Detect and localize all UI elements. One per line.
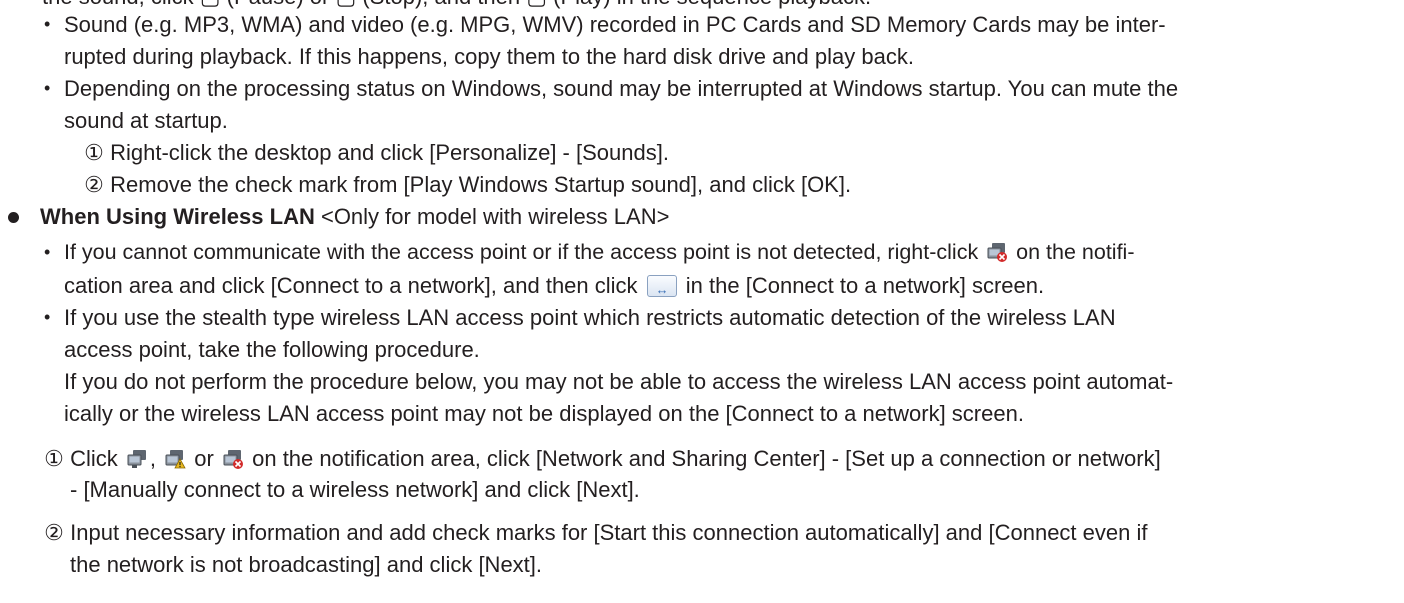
wlan-step2-line1: ② Input necessary information and add ch…	[44, 519, 1147, 547]
wlan-item1-line1: If you cannot communicate with the acces…	[64, 238, 1135, 266]
wlan-step1-line1: ① Click , or on the notification area, c…	[44, 445, 1161, 473]
cut-off-line: the sound, click ▢ (Pause) or ▢ (Stop), …	[42, 0, 871, 11]
wlan-item1-line2: cation area and click [Connect to a netw…	[64, 272, 1044, 300]
wlan-heading-line: When Using Wireless LAN <Only for model …	[40, 203, 669, 231]
text-segment: Click	[70, 446, 118, 471]
model-note: <Only for model with wireless LAN>	[320, 204, 670, 229]
sound-note-2-line2: sound at startup.	[64, 108, 228, 133]
wlan-item2-line4: ically or the wireless LAN access point …	[64, 401, 1024, 426]
wlan-step2-line2: the network is not broadcasting] and cli…	[70, 552, 543, 577]
mute-step-2: ② Remove the check mark from [Play Windo…	[84, 171, 851, 199]
wlan-item2-line1: If you use the stealth type wireless LAN…	[64, 305, 1116, 330]
text-segment: If you cannot communicate with the acces…	[64, 240, 979, 264]
step-text: Remove the check mark from [Play Windows…	[110, 172, 852, 197]
text-segment: on the notification area, click [Network…	[252, 446, 1161, 471]
sound-note-2-line1: Depending on the processing status on Wi…	[64, 76, 1179, 101]
bullet-marker: •	[44, 78, 51, 98]
sound-note-1-line1: Sound (e.g. MP3, WMA) and video (e.g. MP…	[64, 12, 1166, 37]
network-disconnected-icon	[222, 448, 244, 470]
bullet-marker: •	[44, 242, 51, 262]
bullet-marker: •	[44, 14, 51, 34]
step-number: ②	[84, 172, 104, 197]
mute-step-1: ① Right-click the desktop and click [Per…	[84, 139, 669, 167]
section-heading: When Using Wireless LAN	[40, 204, 315, 229]
text-segment: in the [Connect to a network] screen.	[685, 273, 1045, 298]
text-segment: on the notifi-	[1016, 240, 1135, 264]
step-number: ①	[84, 140, 104, 165]
sound-note-1-line2: rupted during playback. If this happens,…	[64, 44, 914, 69]
wlan-step1-line2: - [Manually connect to a wireless networ…	[70, 477, 640, 502]
network-connected-icon	[126, 448, 148, 470]
network-warning-icon	[164, 448, 186, 470]
section-bullet-dot	[8, 212, 19, 223]
wlan-item2-line2: access point, take the following procedu…	[64, 337, 480, 362]
wlan-item2-line3: If you do not perform the procedure belo…	[64, 369, 1174, 394]
text-segment: ,	[149, 446, 157, 471]
text-segment: or	[194, 446, 214, 471]
step-number: ①	[44, 446, 64, 471]
network-disconnected-icon	[986, 241, 1008, 263]
step-text: Right-click the desktop and click [Perso…	[110, 140, 669, 165]
refresh-button-icon: ↔	[646, 275, 677, 297]
text-segment: Input necessary information and add chec…	[70, 520, 1148, 545]
step-number: ②	[44, 520, 64, 545]
text-segment: cation area and click [Connect to a netw…	[64, 273, 638, 298]
bullet-marker: •	[44, 307, 51, 327]
